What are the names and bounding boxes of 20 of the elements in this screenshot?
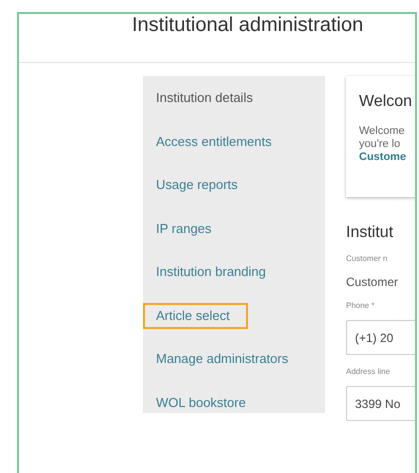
sidebar-link[interactable]: Institution branding — [143, 259, 280, 285]
welcome-text: Welcome — [359, 125, 405, 138]
field-label: Phone * — [346, 301, 374, 310]
field-label: Customer n — [346, 254, 388, 263]
sidebar-link[interactable]: IP ranges — [143, 216, 226, 242]
sidebar-link[interactable]: WOL bookstore — [143, 390, 260, 416]
sidebar-link[interactable]: Access entitlements — [143, 128, 286, 154]
card-title: Welcon — [359, 93, 414, 111]
welcome-text: you're lo — [359, 138, 400, 151]
field-value: Customer — [346, 275, 398, 289]
sidebar-link[interactable]: Usage reports — [143, 172, 252, 198]
sidebar-link[interactable]: Institution details — [143, 85, 267, 111]
input-field[interactable]: 3399 No — [346, 386, 415, 421]
page-title: Institutional administration — [132, 14, 364, 37]
sidebar-link[interactable]: Manage administrators — [143, 346, 302, 372]
input-field[interactable]: (+1) 20 — [346, 320, 415, 355]
section-title: Institut — [346, 224, 394, 242]
customer-link[interactable]: Custome — [359, 151, 406, 164]
field-label: Address line — [346, 367, 390, 376]
sidebar-link[interactable]: Article select — [143, 302, 248, 328]
